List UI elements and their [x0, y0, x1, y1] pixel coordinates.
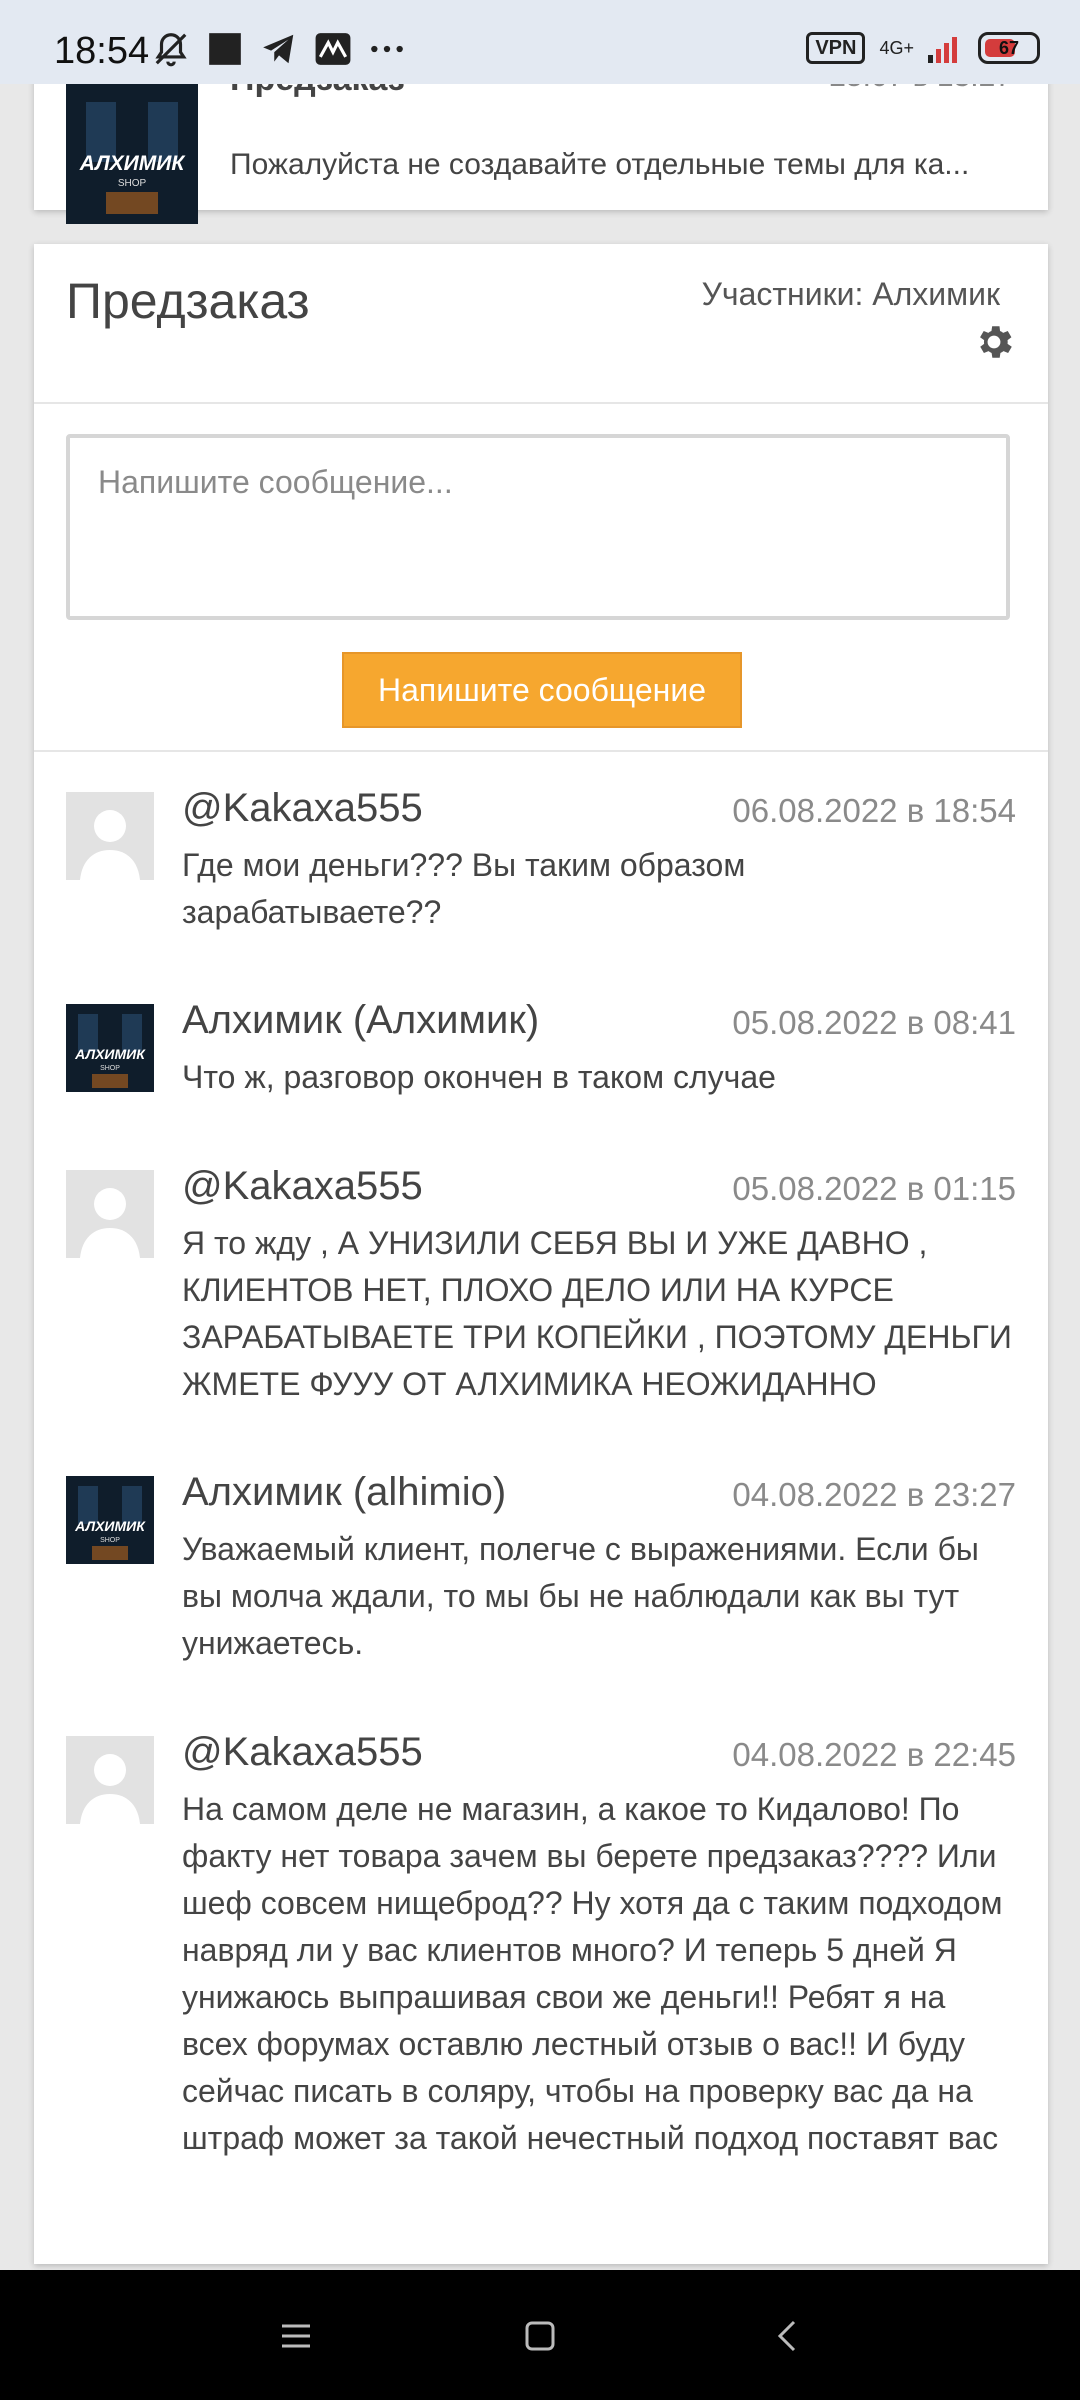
- signal-icon: [928, 37, 957, 63]
- svg-text:SHOP: SHOP: [100, 1537, 120, 1544]
- battery-level: 67: [998, 37, 1020, 58]
- message-input[interactable]: [70, 438, 1006, 616]
- shop-logo-thumbnail: АЛХИМИК SHOP: [66, 82, 198, 224]
- status-icons-left: [152, 30, 406, 68]
- message-author[interactable]: @Kakaxa555: [182, 1164, 423, 1209]
- message-date: 06.08.2022 в 18:54: [732, 792, 1016, 829]
- message-author[interactable]: @Kakaxa555: [182, 786, 423, 831]
- thread-title: Предзаказ: [66, 273, 310, 329]
- shop-avatar-icon: АЛХИМИК SHOP: [66, 1004, 154, 1092]
- shop-avatar-icon: АЛХИМИК SHOP: [66, 1476, 154, 1564]
- default-avatar-icon: [66, 1736, 154, 1824]
- home-icon[interactable]: [510, 2306, 570, 2366]
- message-author[interactable]: Алхимик (alhimio): [182, 1470, 506, 1515]
- back-icon[interactable]: [758, 2306, 818, 2366]
- mute-bell-icon: [155, 33, 187, 67]
- app-icon: [315, 33, 351, 65]
- message-text: Что ж, разговор окончен в таком случае: [182, 1059, 776, 1095]
- message-date: 05.08.2022 в 01:15: [732, 1170, 1016, 1207]
- vpn-badge: VPN: [806, 32, 866, 64]
- message-item: АЛХИМИК SHOP Алхимик (Алхимик) 05.08.202…: [66, 998, 1016, 1104]
- svg-text:SHOP: SHOP: [118, 178, 147, 189]
- message-author[interactable]: @Kakaxa555: [182, 1730, 423, 1775]
- send-message-button[interactable]: Напишите сообщение: [342, 652, 742, 728]
- thread-members: Участники: Алхимик: [701, 276, 1000, 312]
- default-avatar-icon: [66, 792, 154, 880]
- message-item: @Kakaxa555 04.08.2022 в 22:45 На самом д…: [66, 1730, 1016, 2216]
- square-icon: [209, 33, 241, 65]
- previous-thread-preview: Пожалуйста не создавайте отдельные темы …: [230, 148, 970, 181]
- telegram-icon: [263, 34, 294, 64]
- message-text: Уважаемый клиент, полегче с выражениями.…: [182, 1531, 979, 1661]
- battery-indicator: 67: [978, 32, 1040, 64]
- message-date: 05.08.2022 в 08:41: [732, 1004, 1016, 1041]
- message-text: Где мои деньги??? Вы таким образом зараб…: [182, 847, 746, 930]
- message-date: 04.08.2022 в 22:45: [732, 1736, 1016, 1773]
- status-time: 18:54: [54, 30, 150, 72]
- message-text: На самом деле не магазин, а какое то Кид…: [182, 1791, 1003, 2156]
- menu-icon[interactable]: [266, 2306, 326, 2366]
- default-avatar-icon: [66, 1170, 154, 1258]
- svg-text:АЛХИМИК: АЛХИМИК: [74, 1518, 146, 1534]
- network-type: 4G+: [879, 38, 914, 58]
- svg-text:SHOP: SHOP: [100, 1065, 120, 1072]
- thread-card: Предзаказ Участники: Алхимик Напишите со…: [34, 244, 1048, 2264]
- message-item: АЛХИМИК SHOP Алхимик (alhimio) 04.08.202…: [66, 1470, 1016, 1676]
- system-nav-bar: [0, 2270, 1080, 2400]
- status-icons-right: VPN 4G+ 67: [806, 32, 1040, 64]
- svg-text:АЛХИМИК: АЛХИМИК: [79, 152, 187, 175]
- svg-text:АЛХИМИК: АЛХИМИК: [74, 1046, 146, 1062]
- thread-header: Предзаказ Участники: Алхимик: [34, 244, 1048, 404]
- divider: [34, 750, 1048, 752]
- message-author[interactable]: Алхимик (Алхимик): [182, 998, 539, 1043]
- message-item: @Kakaxa555 06.08.2022 в 18:54 Где мои де…: [66, 786, 1016, 942]
- more-dots-icon: [371, 45, 403, 53]
- message-date: 04.08.2022 в 23:27: [732, 1476, 1016, 1513]
- status-bar: 18:54 VPN 4G+ 67: [0, 0, 1080, 84]
- message-text: Я то жду , А УНИЗИЛИ СЕБЯ ВЫ И УЖЕ ДАВНО…: [182, 1225, 1012, 1402]
- gear-icon[interactable]: [972, 320, 1016, 364]
- message-compose-box: [66, 434, 1010, 620]
- message-item: @Kakaxa555 05.08.2022 в 01:15 Я то жду ,…: [66, 1164, 1016, 1420]
